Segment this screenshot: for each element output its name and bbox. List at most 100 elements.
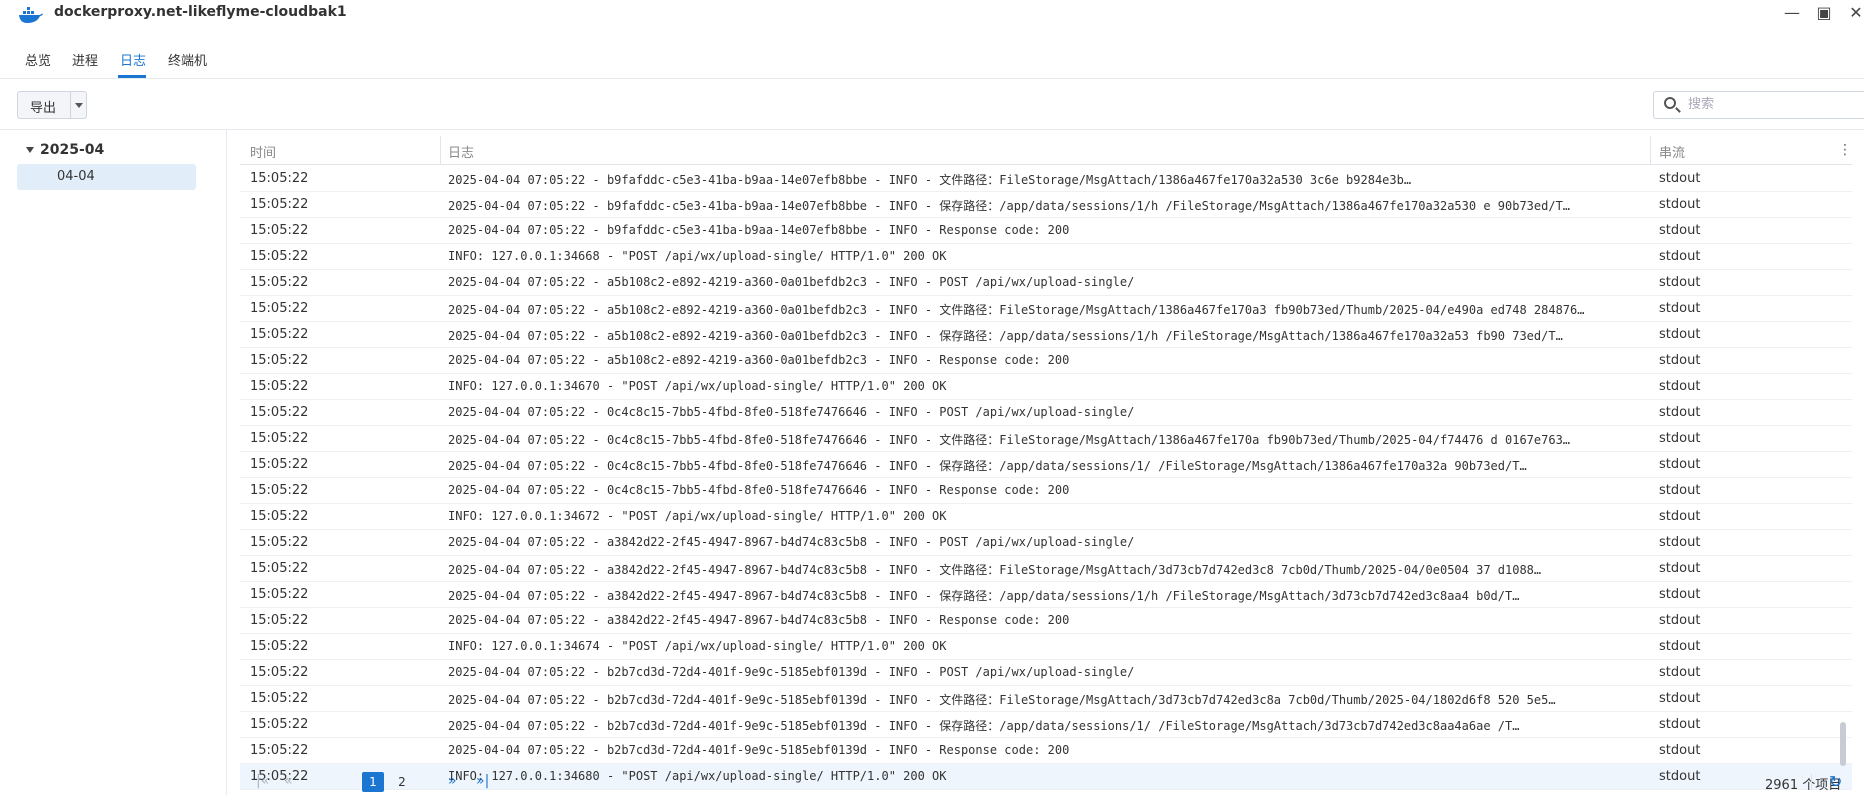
log-message-cell: INFO: 127.0.0.1:34674 - "POST /api/wx/up… <box>448 639 947 653</box>
column-divider[interactable] <box>1650 136 1651 164</box>
search-icon <box>1664 97 1676 109</box>
log-message-cell: 2025-04-04 07:05:22 - b2b7cd3d-72d4-401f… <box>448 693 1556 707</box>
last-page-icon[interactable]: »| <box>476 773 489 789</box>
log-message-cell: 2025-04-04 07:05:22 - a5b108c2-e892-4219… <box>448 275 1135 289</box>
log-stream-cell: stdout <box>1659 431 1701 446</box>
log-message-cell: INFO: 127.0.0.1:34668 - "POST /api/wx/up… <box>448 249 947 263</box>
log-stream-cell: stdout <box>1659 457 1701 472</box>
table-row[interactable]: 15:05:22 2025-04-04 07:05:22 - b2b7cd3d-7… <box>240 686 1852 712</box>
search-box[interactable] <box>1653 91 1864 119</box>
table-row[interactable]: 15:05:22 2025-04-04 07:05:22 - 0c4c8c15-7… <box>240 452 1852 478</box>
tab-overview[interactable]: 总览 <box>25 50 51 69</box>
table-row[interactable]: 15:05:22 2025-04-04 07:05:22 - 0c4c8c15-7… <box>240 478 1852 504</box>
previous-page-icon[interactable]: « <box>284 773 293 789</box>
log-time-cell: 15:05:22 <box>250 561 309 576</box>
table-row[interactable]: 15:05:22 INFO: 127.0.0.1:34668 - "POST /a… <box>240 244 1852 270</box>
log-message-cell: 2025-04-04 07:05:22 - b2b7cd3d-72d4-401f… <box>448 743 1070 757</box>
table-row[interactable]: 15:05:22 INFO: 127.0.0.1:34670 - "POST /a… <box>240 374 1852 400</box>
table-row[interactable]: 15:05:22 2025-04-04 07:05:22 - a5b108c2-e… <box>240 348 1852 374</box>
maximize-button[interactable]: ▣ <box>1812 2 1836 24</box>
next-page-icon[interactable]: » <box>448 773 457 789</box>
first-page-icon[interactable]: |« <box>256 773 269 789</box>
column-options-icon[interactable]: ⋮ <box>1838 142 1852 158</box>
log-time-cell: 15:05:22 <box>250 275 309 290</box>
log-message-cell: 2025-04-04 07:05:22 - b9fafddc-c5e3-41ba… <box>448 223 1070 237</box>
tab-terminal[interactable]: 终端机 <box>168 50 207 69</box>
export-button-label: 导出 <box>30 101 57 116</box>
date-tree-sidebar: 2025-04 04-04 <box>0 130 227 795</box>
log-stream-cell: stdout <box>1659 743 1701 758</box>
export-dropdown-caret-icon[interactable] <box>70 92 87 118</box>
log-time-cell: 15:05:22 <box>250 249 309 264</box>
table-row[interactable]: 15:05:22 INFO: 127.0.0.1:34672 - "POST /a… <box>240 504 1852 530</box>
log-time-cell: 15:05:22 <box>250 223 309 238</box>
log-message-cell: INFO: 127.0.0.1:34672 - "POST /api/wx/up… <box>448 509 947 523</box>
tab-logs[interactable]: 日志 <box>120 50 146 69</box>
table-row[interactable]: 15:05:22 2025-04-04 07:05:22 - a5b108c2-e… <box>240 270 1852 296</box>
log-message-cell: 2025-04-04 07:05:22 - 0c4c8c15-7bb5-4fbd… <box>448 459 1527 473</box>
log-stream-cell: stdout <box>1659 561 1701 576</box>
table-row[interactable]: 15:05:22 2025-04-04 07:05:22 - b9fafddc-c… <box>240 218 1852 244</box>
log-time-cell: 15:05:22 <box>250 197 309 212</box>
refresh-icon[interactable]: ↻ <box>1829 772 1842 791</box>
log-time-cell: 15:05:22 <box>250 171 309 186</box>
minimize-button[interactable]: — <box>1780 2 1804 24</box>
log-message-cell: 2025-04-04 07:05:22 - 0c4c8c15-7bb5-4fbd… <box>448 483 1070 497</box>
column-divider[interactable] <box>440 136 441 164</box>
log-time-cell: 15:05:22 <box>250 535 309 550</box>
table-row[interactable]: 15:05:22 2025-04-04 07:05:22 - 0c4c8c15-7… <box>240 426 1852 452</box>
table-row[interactable]: 15:05:22 2025-04-04 07:05:22 - a5b108c2-e… <box>240 296 1852 322</box>
table-row[interactable]: 15:05:22 INFO: 127.0.0.1:34674 - "POST /a… <box>240 634 1852 660</box>
pagination-bar: |« « 1 2 » »| 2961 个项目 ↻ <box>226 770 1864 795</box>
log-stream-cell: stdout <box>1659 509 1701 524</box>
table-row[interactable]: 15:05:22 2025-04-04 07:05:22 - b2b7cd3d-7… <box>240 738 1852 764</box>
table-row[interactable]: 15:05:22 2025-04-04 07:05:22 - 0c4c8c15-7… <box>240 400 1852 426</box>
log-time-cell: 15:05:22 <box>250 613 309 628</box>
log-time-cell: 15:05:22 <box>250 327 309 342</box>
tab-bar: 总览 进程 日志 终端机 <box>0 38 1864 79</box>
tab-processes[interactable]: 进程 <box>72 50 98 69</box>
log-time-cell: 15:05:22 <box>250 691 309 706</box>
table-row[interactable]: 15:05:22 2025-04-04 07:05:22 - b9fafddc-c… <box>240 166 1852 192</box>
log-time-cell: 15:05:22 <box>250 301 309 316</box>
log-time-cell: 15:05:22 <box>250 639 309 654</box>
log-time-cell: 15:05:22 <box>250 509 309 524</box>
log-stream-cell: stdout <box>1659 275 1701 290</box>
log-message-cell: 2025-04-04 07:05:22 - b9fafddc-c5e3-41ba… <box>448 173 1412 187</box>
log-time-cell: 15:05:22 <box>250 483 309 498</box>
tree-node-month-selected[interactable]: 04-04 <box>17 164 196 190</box>
table-row[interactable]: 15:05:22 2025-04-04 07:05:22 - a5b108c2-e… <box>240 322 1852 348</box>
log-stream-cell: stdout <box>1659 665 1701 680</box>
export-button[interactable]: 导出 <box>17 91 87 119</box>
table-row[interactable]: 15:05:22 2025-04-04 07:05:22 - b2b7cd3d-7… <box>240 660 1852 686</box>
tree-node-year[interactable]: 2025-04 <box>26 142 104 158</box>
log-stream-cell: stdout <box>1659 613 1701 628</box>
log-time-cell: 15:05:22 <box>250 405 309 420</box>
caret-down-icon[interactable] <box>26 147 34 153</box>
log-message-cell: 2025-04-04 07:05:22 - a3842d22-2f45-4947… <box>448 535 1135 549</box>
log-stream-cell: stdout <box>1659 301 1701 316</box>
page-button-1[interactable]: 1 <box>362 772 384 792</box>
search-input[interactable] <box>1686 96 1860 113</box>
scrollbar-thumb[interactable] <box>1840 722 1846 766</box>
column-header-log[interactable]: 日志 <box>448 142 474 161</box>
log-stream-cell: stdout <box>1659 379 1701 394</box>
table-row[interactable]: 15:05:22 2025-04-04 07:05:22 - b9fafddc-c… <box>240 192 1852 218</box>
table-row[interactable]: 15:05:22 2025-04-04 07:05:22 - a3842d22-2… <box>240 556 1852 582</box>
log-stream-cell: stdout <box>1659 171 1701 186</box>
log-time-cell: 15:05:22 <box>250 587 309 602</box>
log-stream-cell: stdout <box>1659 405 1701 420</box>
table-row[interactable]: 15:05:22 2025-04-04 07:05:22 - a3842d22-2… <box>240 530 1852 556</box>
log-stream-cell: stdout <box>1659 691 1701 706</box>
close-button[interactable]: ✕ <box>1844 2 1864 24</box>
log-time-cell: 15:05:22 <box>250 353 309 368</box>
table-row[interactable]: 15:05:22 2025-04-04 07:05:22 - a3842d22-2… <box>240 582 1852 608</box>
table-row[interactable]: 15:05:22 2025-04-04 07:05:22 - b2b7cd3d-7… <box>240 712 1852 738</box>
active-tab-indicator <box>118 75 146 78</box>
page-button-2[interactable]: 2 <box>391 772 413 792</box>
column-header-time[interactable]: 时间 <box>250 142 276 161</box>
column-header-stream[interactable]: 串流 <box>1659 142 1685 161</box>
log-stream-cell: stdout <box>1659 223 1701 238</box>
log-stream-cell: stdout <box>1659 717 1701 732</box>
table-row[interactable]: 15:05:22 2025-04-04 07:05:22 - a3842d22-2… <box>240 608 1852 634</box>
